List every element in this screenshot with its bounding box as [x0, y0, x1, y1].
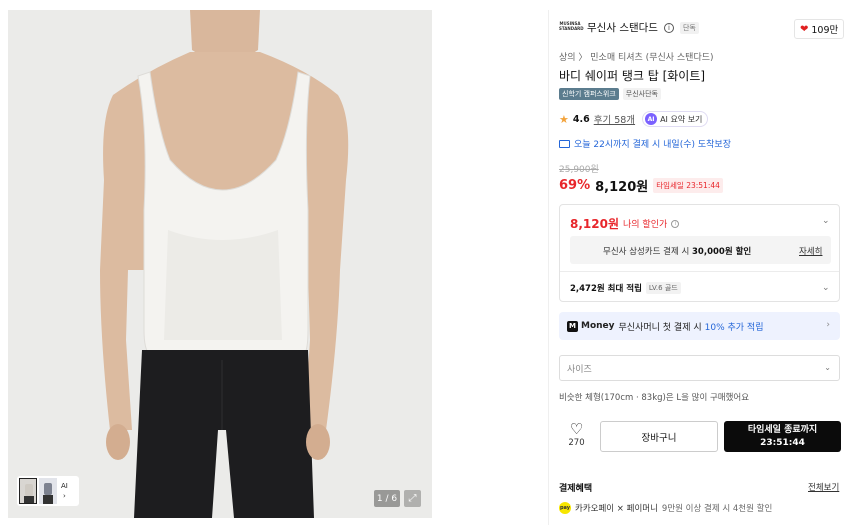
sale-price: 8,120원: [595, 180, 649, 195]
my-price-label: 나의 할인가: [623, 220, 668, 230]
product-tags: 신학기 캠퍼스위크 무신사단독: [559, 88, 661, 100]
brand-like-button[interactable]: ❤ 109만: [794, 19, 845, 39]
thumbnail-1[interactable]: [19, 478, 37, 504]
brand-logo: MUSINSA STANDARD: [559, 20, 584, 31]
brand-name[interactable]: 무신사 스탠다드: [587, 20, 658, 35]
product-info-panel: MUSINSA STANDARD 무신사 스탠다드 i 단독 ❤ 109만 상의…: [548, 10, 850, 525]
money-logo-icon: M: [567, 320, 578, 332]
size-hint: 비슷한 체형(170cm · 83kg)은 L을 많이 구매했어요: [559, 393, 750, 403]
info-icon[interactable]: i: [663, 22, 674, 33]
image-counter: 1 / 6: [374, 490, 400, 507]
rating-score: 4.6: [572, 113, 590, 125]
buy-timer: 23:51:44: [760, 437, 805, 448]
thumbnail-ai-more[interactable]: AI ›: [61, 481, 68, 501]
payment-benefits-header: 결제혜택: [559, 484, 593, 494]
model-illustration: [8, 10, 432, 518]
delivery-text: 오늘 22시까지 결제 시 내일(수) 도착보장: [574, 140, 731, 150]
tag-campus-week: 신학기 캠퍼스위크: [559, 88, 619, 100]
payment-view-all-link[interactable]: 전체보기: [808, 481, 839, 493]
discount-rate: 69%: [559, 178, 591, 193]
exclusive-badge: 단독: [679, 21, 699, 34]
chevron-down-icon[interactable]: ⌄: [822, 283, 830, 293]
buy-label: 타임세일 종료까지: [747, 424, 818, 435]
card-detail-link[interactable]: 자세히: [799, 245, 822, 257]
ai-summary-label: AI 요약 보기: [660, 114, 703, 124]
card-discount-row: 무신사 삼성카드 결제 시 30,000원 할인 자세히: [570, 236, 831, 264]
original-price: 25,900원: [559, 165, 599, 175]
truck-icon: [559, 139, 570, 148]
points-text: 2,472원 최대 적립: [570, 284, 642, 294]
benefit-box: 8,120원 나의 할인가 i ⌄ 무신사 삼성카드 결제 시 30,000원 …: [559, 204, 840, 302]
chevron-down-icon[interactable]: ⌄: [822, 216, 830, 226]
payment-benefit-detail: 9만원 이상 결제 시 4천원 할인: [661, 504, 773, 514]
member-level-badge: LV.6 골드: [645, 282, 681, 294]
delivery-guarantee[interactable]: 오늘 22시까지 결제 시 내일(수) 도착보장: [559, 137, 731, 150]
my-price: 8,120원: [570, 217, 619, 231]
payment-benefit-main: 카카오페이 × 페이머니: [575, 504, 658, 514]
heart-icon: ❤: [800, 23, 809, 35]
rating-row: ★ 4.6 후기 58개 AI AI 요약 보기: [559, 111, 709, 127]
price-row: 69% 8,120원 타임세일 23:51:44: [559, 176, 723, 195]
add-to-cart-button[interactable]: 장바구니: [600, 421, 718, 452]
buy-button[interactable]: 타임세일 종료까지 23:51:44: [724, 421, 841, 452]
breadcrumb[interactable]: 상의 〉 민소매 티셔츠 (무신사 스탠다드): [559, 50, 714, 63]
card-discount-text: 무신사 삼성카드 결제 시 30,000원 할인: [603, 247, 752, 257]
money-text: 무신사머니 첫 결제 시: [618, 322, 702, 333]
review-link[interactable]: 후기 58개: [594, 112, 635, 126]
size-select[interactable]: 사이즈 ⌄: [559, 355, 840, 381]
like-count: 109만: [811, 25, 839, 36]
size-placeholder: 사이즈: [567, 364, 592, 375]
chevron-down-icon: ⌄: [824, 363, 831, 372]
points-row[interactable]: 2,472원 최대 적립 LV.6 골드: [570, 282, 681, 294]
musinsa-money-banner[interactable]: M Money 무신사머니 첫 결제 시 10% 추가 적립 ›: [559, 312, 840, 340]
wishlist-count: 270: [568, 438, 585, 448]
timesale-badge: 타임세일 23:51:44: [653, 178, 723, 193]
product-title: 바디 쉐이퍼 탱크 탑 [화이트]: [559, 69, 706, 83]
product-image[interactable]: AI › 1 / 6 ⤢: [8, 10, 432, 518]
thumbnail-ai-label: AI: [61, 482, 68, 490]
info-icon[interactable]: i: [671, 219, 680, 228]
star-icon: ★: [559, 112, 569, 126]
kakaopay-icon: pay: [559, 502, 571, 514]
brand-row[interactable]: MUSINSA STANDARD 무신사 스탠다드 i 단독: [559, 20, 699, 35]
heart-outline-icon: ♡: [569, 420, 584, 438]
wishlist-button[interactable]: ♡ 270: [559, 421, 594, 451]
chevron-right-icon: ›: [826, 320, 830, 330]
thumbnail-strip[interactable]: AI ›: [17, 476, 79, 506]
thumbnail-2[interactable]: [39, 478, 57, 504]
divider: [560, 271, 839, 272]
payment-benefit-item[interactable]: pay 카카오페이 × 페이머니 9만원 이상 결제 시 4천원 할인: [559, 502, 772, 514]
ai-icon: AI: [645, 113, 658, 125]
my-price-row[interactable]: 8,120원 나의 할인가 i: [570, 215, 680, 232]
ai-summary-button[interactable]: AI AI 요약 보기: [642, 111, 709, 127]
money-word: Money: [581, 321, 615, 331]
tag-musinsa-exclusive: 무신사단독: [622, 88, 661, 100]
expand-icon[interactable]: ⤢: [404, 490, 421, 507]
money-accent: 10% 추가 적립: [704, 322, 764, 333]
chevron-right-icon: ›: [63, 492, 66, 500]
action-row: ♡ 270 장바구니 타임세일 종료까지 23:51:44: [559, 421, 841, 463]
